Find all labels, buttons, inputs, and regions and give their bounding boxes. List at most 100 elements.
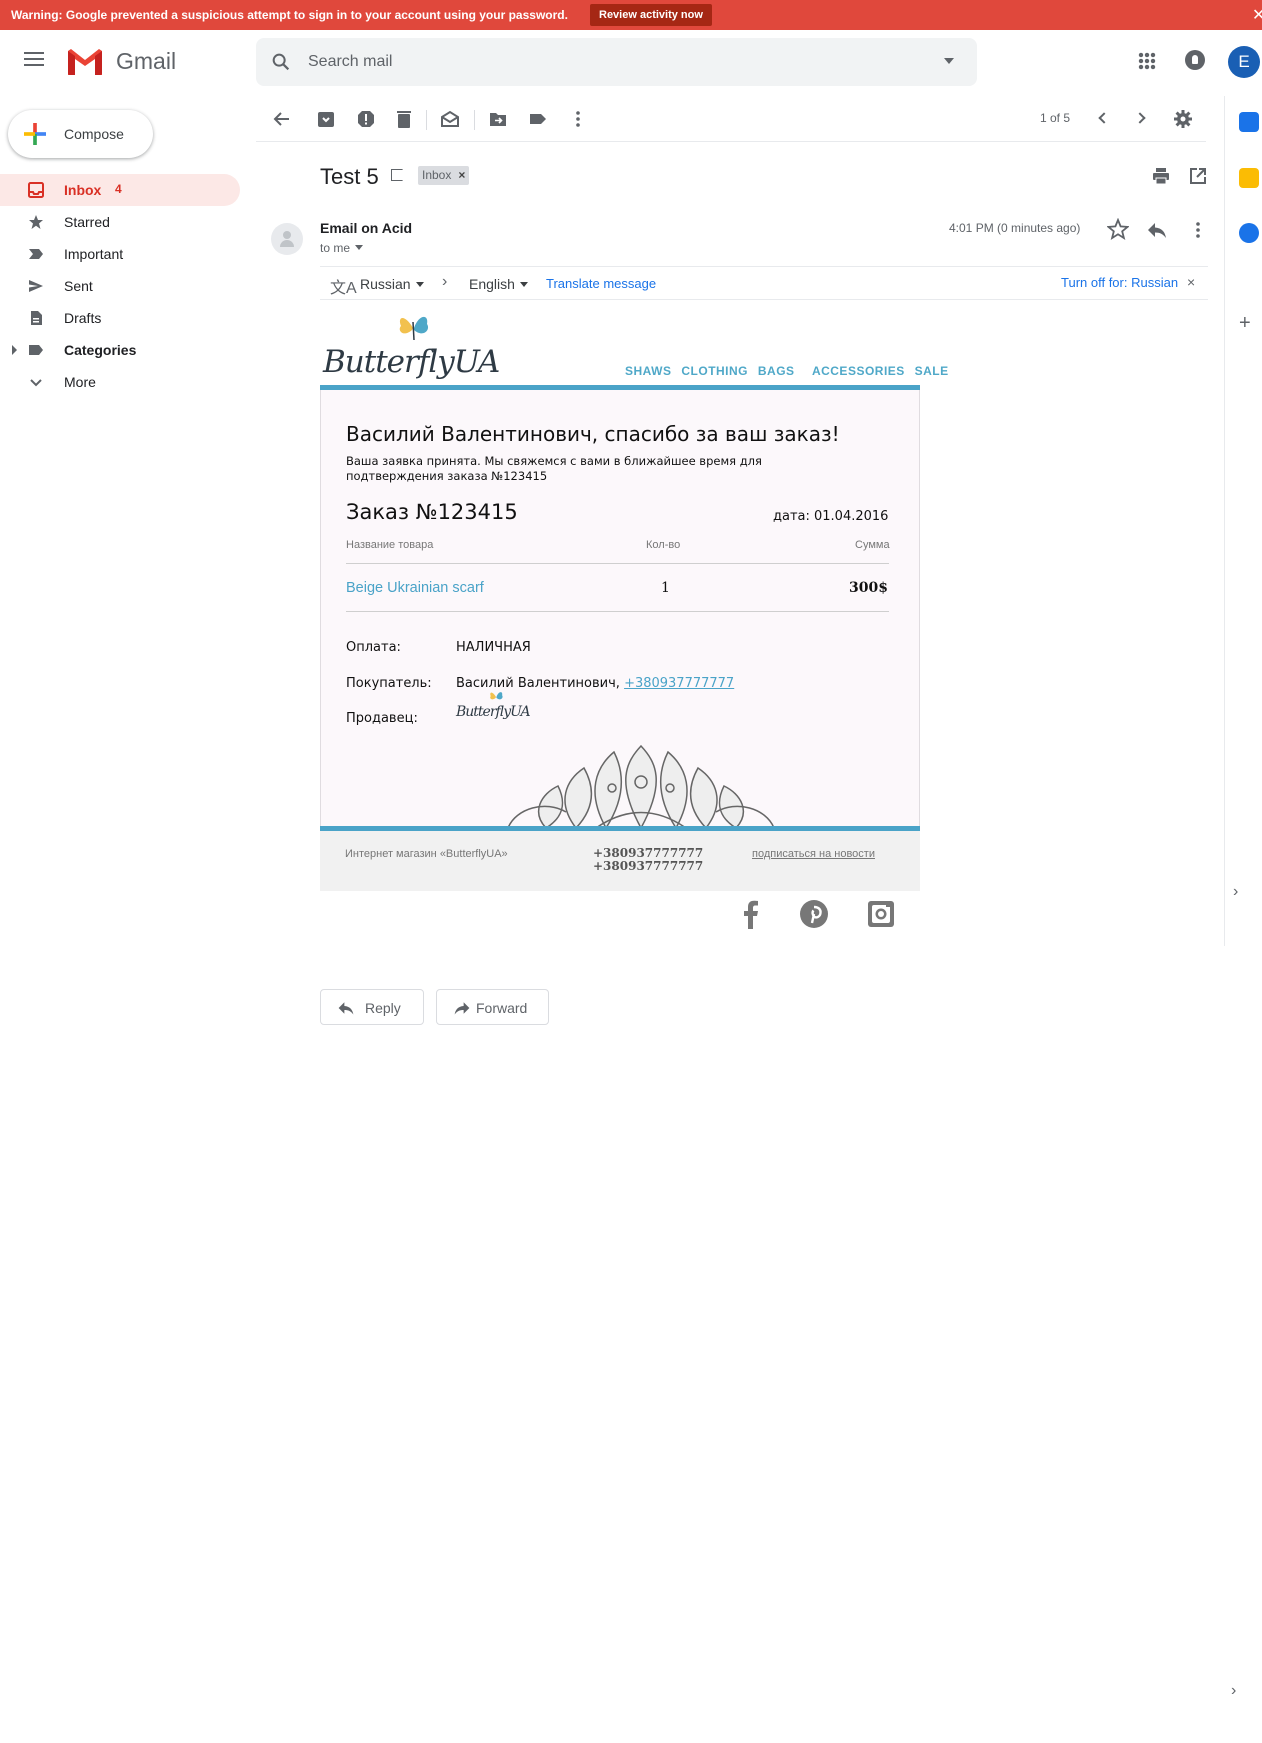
email-nav-accessories[interactable]: ACCESSORIES (812, 364, 905, 378)
sender-avatar (271, 223, 303, 255)
apps-grid-icon[interactable] (1138, 52, 1156, 70)
tasks-icon[interactable] (1239, 223, 1259, 243)
label-icon[interactable] (528, 109, 548, 129)
review-activity-button[interactable]: Review activity now (590, 4, 712, 26)
instagram-icon[interactable] (866, 899, 896, 929)
dropdown-arrow-icon (415, 282, 424, 287)
email-nav-sale[interactable]: SALE (915, 364, 949, 378)
turn-off-translation-link[interactable]: Turn off for: Russian (1061, 275, 1178, 290)
star-icon[interactable] (1107, 218, 1129, 240)
email-nav-clothing[interactable]: CLOTHING (681, 364, 748, 378)
email-category-nav: SHAWS CLOTHING BAGS ACCESSORIES SALE (625, 364, 955, 378)
move-to-icon[interactable] (488, 109, 508, 129)
forward-button[interactable]: Forward (436, 989, 549, 1025)
search-options-icon[interactable] (944, 58, 954, 64)
gmail-wordmark[interactable]: Gmail (116, 48, 176, 75)
keep-icon[interactable] (1239, 168, 1259, 188)
sidebar-item-inbox[interactable]: Inbox 4 (0, 174, 240, 206)
more-options-icon[interactable] (568, 109, 588, 129)
inbox-unread-count: 4 (115, 182, 122, 196)
seller-logo: ButterflyUA (456, 690, 531, 730)
sidebar-item-label: Inbox (64, 182, 102, 198)
forward-label: Forward (476, 1000, 528, 1016)
target-language-value: English (469, 276, 515, 292)
email-subject: Test 5 (320, 164, 379, 189)
sidebar-item-important[interactable]: Important (0, 238, 240, 270)
close-warning-button[interactable]: ✕ (1252, 5, 1262, 25)
translate-bar: 文A Russian › English Translate message T… (320, 266, 1208, 300)
calendar-icon[interactable] (1239, 112, 1259, 132)
archive-icon[interactable] (316, 109, 336, 129)
search-bar[interactable]: Search mail (256, 38, 977, 86)
sidebar-item-starred[interactable]: Starred (0, 206, 240, 238)
sidebar-item-more[interactable]: More (0, 366, 240, 398)
source-language-select[interactable]: Russian (360, 276, 424, 292)
mark-unread-icon[interactable] (440, 109, 460, 129)
sidebar-item-label: Important (64, 246, 124, 262)
reply-icon[interactable] (1146, 220, 1168, 240)
sidebar-item-sent[interactable]: Sent (0, 270, 240, 302)
sidebar-nav: Inbox 4 Starred Important Sent Drafts Ca… (0, 174, 240, 398)
show-side-panel-icon[interactable]: › (1231, 1682, 1236, 1700)
sidebar-item-categories[interactable]: Categories (0, 334, 240, 366)
email-nav-shaws[interactable]: SHAWS (625, 364, 672, 378)
compose-button[interactable]: Compose (8, 110, 153, 158)
print-icon[interactable] (1152, 167, 1170, 185)
close-translate-icon[interactable]: × (1187, 274, 1195, 290)
inbox-label-chip[interactable]: Inbox × (418, 166, 470, 185)
expand-arrow-icon[interactable] (12, 345, 17, 355)
importance-marker-icon[interactable] (391, 169, 407, 181)
recipient-details-caret-icon[interactable] (355, 245, 364, 250)
open-in-new-window-icon[interactable] (1189, 167, 1207, 185)
search-icon[interactable] (270, 51, 292, 73)
more-options-icon[interactable] (1188, 220, 1208, 240)
chevron-right-icon[interactable] (1134, 112, 1146, 124)
item-name-link[interactable]: Beige Ukrainian scarf (346, 580, 484, 596)
chevron-left-icon[interactable] (1098, 112, 1110, 124)
chevron-down-icon (30, 379, 42, 387)
inbox-icon (28, 182, 44, 198)
table-divider (346, 563, 889, 564)
reply-icon (338, 1002, 354, 1015)
email-nav-bags[interactable]: BAGS (758, 364, 795, 378)
notifications-icon[interactable] (1185, 50, 1205, 70)
reply-button[interactable]: Reply (320, 989, 424, 1025)
footer-phone: +380937777777 (593, 859, 704, 873)
account-avatar[interactable]: E (1228, 46, 1260, 78)
target-language-select[interactable]: English (469, 276, 528, 292)
sender-name[interactable]: Email on Acid (320, 220, 412, 236)
delete-icon[interactable] (394, 109, 414, 129)
report-spam-icon[interactable] (356, 109, 376, 129)
toolbar-divider (426, 110, 427, 130)
payment-label: Оплата: (346, 640, 401, 655)
security-warning-bar: Warning: Google prevented a suspicious a… (0, 0, 1262, 30)
settings-gear-icon[interactable] (1173, 109, 1193, 129)
column-header-name: Название товара (346, 539, 434, 551)
item-quantity: 1 (661, 580, 670, 596)
butterfly-icon (399, 316, 429, 341)
mandala-ornament (507, 744, 775, 828)
remove-label-icon[interactable]: × (458, 166, 465, 185)
compose-label: Compose (64, 126, 124, 142)
label-chip-text: Inbox (422, 168, 452, 182)
side-panel: + › (1224, 96, 1262, 946)
back-arrow-icon[interactable] (272, 109, 292, 129)
column-header-sum: Сумма (855, 539, 890, 551)
search-input[interactable]: Search mail (308, 53, 392, 71)
recipient-details[interactable]: to me (320, 241, 364, 255)
translate-message-link[interactable]: Translate message (546, 276, 656, 291)
add-addon-icon[interactable]: + (1239, 312, 1251, 335)
pinterest-icon[interactable] (799, 899, 829, 929)
brand-logo[interactable]: ButterflyUA (323, 312, 500, 392)
send-icon (29, 280, 43, 292)
dropdown-arrow-icon (519, 282, 528, 287)
chevron-right-icon[interactable]: › (1233, 883, 1238, 901)
footer-phones: +380937777777 +380937777777 (593, 847, 703, 873)
buyer-phone-link[interactable]: +380937777777 (624, 676, 734, 691)
sidebar-item-drafts[interactable]: Drafts (0, 302, 240, 334)
main-menu-icon[interactable] (24, 52, 44, 66)
subscribe-link[interactable]: подписаться на новости (752, 848, 875, 860)
sidebar-item-label: More (64, 374, 96, 390)
facebook-icon[interactable] (736, 899, 766, 929)
sidebar-item-label: Starred (64, 214, 110, 230)
